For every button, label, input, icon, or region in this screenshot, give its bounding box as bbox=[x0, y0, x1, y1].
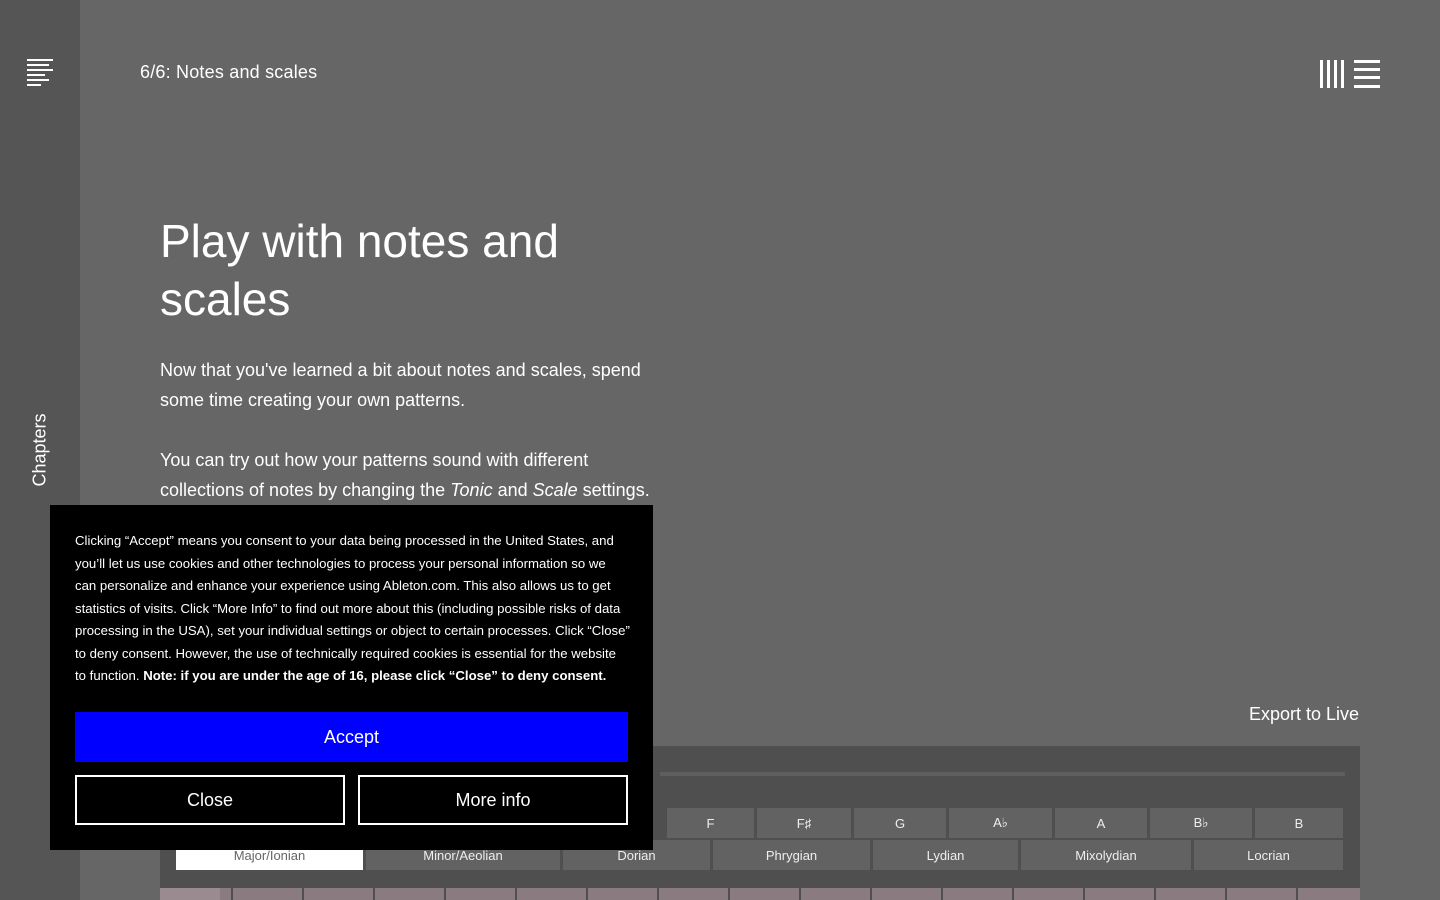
scale-option[interactable]: Lydian bbox=[873, 840, 1018, 870]
tonic-option[interactable]: F♯ bbox=[757, 808, 851, 838]
cookie-consent-text: Clicking “Accept” means you consent to y… bbox=[75, 530, 630, 688]
scale-option[interactable]: Locrian bbox=[1194, 840, 1343, 870]
ableton-logo-icon[interactable] bbox=[1320, 60, 1380, 88]
intro-paragraph: Now that you've learned a bit about note… bbox=[160, 360, 641, 410]
playhead-track bbox=[660, 772, 1345, 776]
tonic-scale-paragraph: You can try out how your patterns sound … bbox=[160, 445, 650, 505]
scale-option[interactable]: Mixolydian bbox=[1021, 840, 1191, 870]
chapters-toggle[interactable]: Chapters bbox=[30, 413, 51, 486]
accept-button[interactable]: Accept bbox=[75, 712, 628, 762]
chapter-title: 6/6: Notes and scales bbox=[140, 62, 318, 82]
page-headline: Play with notes and scales bbox=[160, 215, 559, 325]
cookie-text-bold-note: Note: if you are under the age of 16, pl… bbox=[143, 668, 607, 683]
tonic-option[interactable]: A♭ bbox=[949, 808, 1052, 838]
note-grid-label-cell bbox=[160, 888, 220, 900]
hamburger-menu-icon[interactable] bbox=[27, 59, 53, 87]
tonic-option[interactable]: A bbox=[1055, 808, 1147, 838]
cookie-text-plain: Clicking “Accept” means you consent to y… bbox=[75, 533, 630, 683]
scale-term: Scale bbox=[532, 480, 578, 500]
cookie-consent-dialog: Clicking “Accept” means you consent to y… bbox=[50, 505, 653, 850]
note-grid[interactable] bbox=[160, 888, 1360, 900]
close-button[interactable]: Close bbox=[75, 775, 345, 825]
tonic-option[interactable]: B bbox=[1255, 808, 1343, 838]
tonic-option[interactable]: B♭ bbox=[1150, 808, 1252, 838]
paragraph-text: settings. bbox=[577, 480, 650, 500]
export-to-live-link[interactable]: Export to Live bbox=[1249, 704, 1359, 725]
tonic-term: Tonic bbox=[450, 480, 493, 500]
tonic-option[interactable]: F bbox=[667, 808, 754, 838]
more-info-button[interactable]: More info bbox=[358, 775, 628, 825]
tonic-option[interactable]: G bbox=[854, 808, 946, 838]
paragraph-text: and bbox=[492, 480, 533, 500]
scale-option[interactable]: Phrygian bbox=[713, 840, 870, 870]
